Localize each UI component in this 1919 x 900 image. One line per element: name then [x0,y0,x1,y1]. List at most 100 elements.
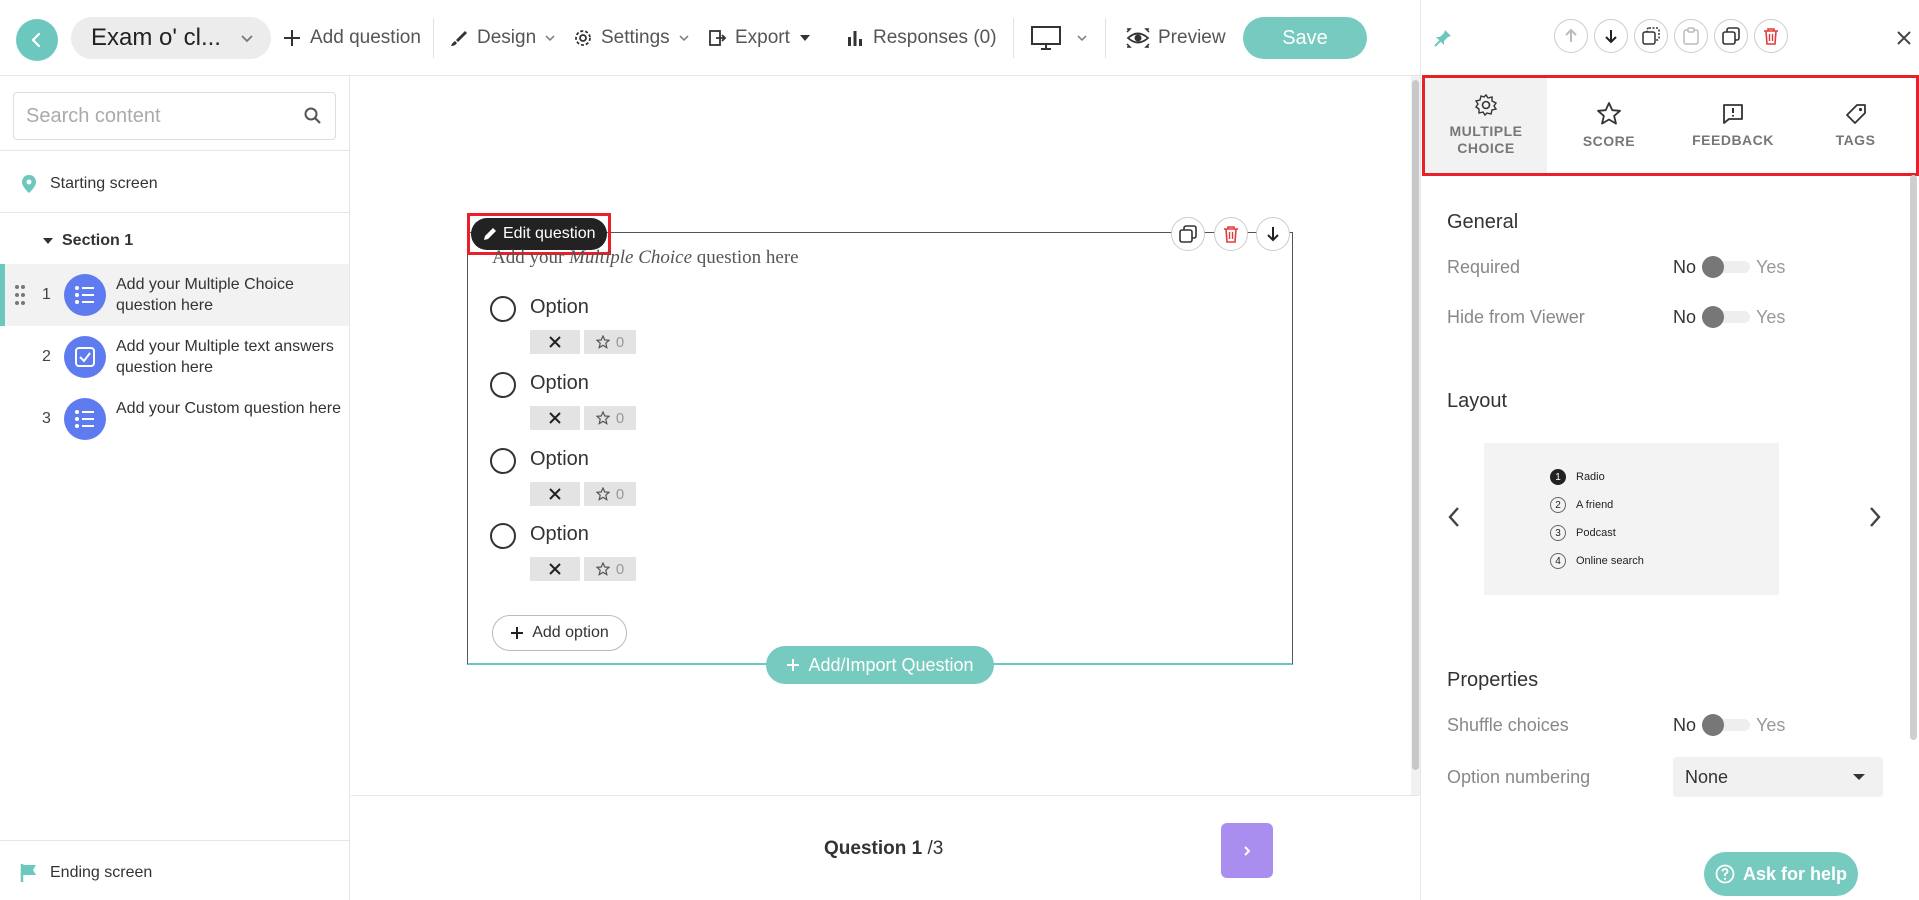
question-text: Add your Custom question here [116,400,342,417]
settings-menu[interactable]: Settings [573,18,690,58]
pin-icon[interactable] [1433,28,1453,48]
bar-chart-icon [848,31,862,46]
section-1-header[interactable]: Section 1 [0,228,349,254]
question-text: Add your Multiple Choice question here [116,276,294,314]
top-toolbar: Exam o' cl... Add question Design Settin… [0,0,1420,76]
option-label[interactable]: Option [530,448,589,471]
tab-multiple-choice[interactable]: MULTIPLE CHOICE [1425,77,1547,173]
remove-option-button[interactable] [530,406,580,430]
option-radio[interactable] [490,372,516,398]
question-counter: Question 1 /3 [824,838,944,859]
add-option-button[interactable]: Add option [492,615,627,651]
shuffle-choices-label: Shuffle choices [1447,715,1569,735]
add-question-button[interactable]: Add question [282,18,421,58]
option-radio[interactable] [490,296,516,322]
option-radio[interactable] [490,448,516,474]
divider [0,840,349,841]
option-numbering-select[interactable]: None [1673,757,1883,797]
option-radio[interactable] [490,523,516,549]
search-box [13,92,336,140]
paste-button[interactable] [1674,19,1708,53]
canvas-scrollbar[interactable] [1412,80,1419,770]
duplicate-icon [1179,225,1197,243]
option-label[interactable]: Option [530,523,589,546]
sidebar-question-1[interactable]: 1 Add your Multiple Choice question here [0,264,349,326]
ending-screen-item[interactable]: Ending screen [0,860,349,886]
ask-for-help-button[interactable]: Ask for help [1704,852,1858,896]
hide-from-viewer-label: Hide from Viewer [1447,307,1585,327]
duplicate-question-button[interactable] [1171,217,1205,251]
question-number: 2 [42,348,51,365]
sidebar-question-3[interactable]: 3 Add your Custom question here [0,388,349,450]
search-input[interactable] [14,93,284,139]
toggle-switch [1702,306,1751,328]
responses-button[interactable]: Responses (0) [845,18,997,58]
copy-button[interactable] [1634,19,1668,53]
help-circle-icon [1715,864,1735,884]
design-menu[interactable]: Design [449,18,556,58]
properties-heading: Properties [1447,669,1539,691]
close-icon [549,412,561,424]
pencil-icon [484,228,496,240]
save-button[interactable]: Save [1243,17,1367,59]
star-icon [1597,102,1621,125]
layout-preview-row: 3 Podcast [1550,525,1616,541]
question-card[interactable] [467,232,1293,665]
required-toggle[interactable]: No Yes [1673,256,1785,278]
gear-icon [1474,93,1498,117]
layout-preview[interactable]: 1 Radio 2A friend 3 Podcast 4 Online search [1484,443,1779,595]
tab-score[interactable]: SCORE [1547,77,1671,173]
device-view-dropdown[interactable] [1030,18,1088,58]
arrow-up-icon [1565,28,1577,42]
question-title[interactable]: Add your Multiple Choice question here [492,247,799,269]
remove-option-button[interactable] [530,557,580,581]
panel-scrollbar[interactable] [1910,175,1917,740]
option-numbering-label: Option numbering [1447,767,1591,787]
delete-question-button[interactable] [1214,217,1248,251]
star-icon [595,411,610,425]
drag-handle-icon[interactable] [14,284,26,306]
option-score-button[interactable]: 0 [584,482,636,506]
hide-from-viewer-toggle[interactable]: No Yes [1673,306,1785,328]
tab-feedback[interactable]: FEEDBACK [1671,77,1795,173]
option-score-button[interactable]: 0 [584,406,636,430]
edit-question-button[interactable]: Edit question [471,218,607,250]
move-up-button[interactable] [1554,19,1588,53]
content-sidebar: Starting screen Section 1 1 Add your Mul… [0,76,350,900]
toolbar-divider [433,18,434,58]
close-icon[interactable] [1896,30,1912,46]
move-down-button[interactable] [1594,19,1628,53]
search-icon[interactable] [303,106,323,126]
remove-option-button[interactable] [530,482,580,506]
option-label[interactable]: Option [530,296,589,319]
preview-button[interactable]: Preview [1126,18,1226,58]
export-icon [709,30,727,46]
export-menu[interactable]: Export [707,18,812,58]
form-title-dropdown[interactable]: Exam o' cl... [71,17,271,59]
duplicate-button[interactable] [1714,19,1748,53]
form-title: Exam o' cl... [91,24,221,51]
option-label[interactable]: Option [530,372,589,395]
arrow-down-icon [1267,227,1279,242]
back-button[interactable] [16,19,58,61]
shuffle-choices-toggle[interactable]: No Yes [1673,714,1785,736]
next-question-button[interactable] [1221,823,1273,878]
toggle-switch [1702,714,1751,736]
move-down-button[interactable] [1256,217,1290,251]
remove-option-button[interactable] [530,330,580,354]
trash-icon [1224,226,1238,243]
list-icon [64,274,106,316]
layout-heading: Layout [1447,390,1508,412]
chevron-left-icon [31,32,41,48]
option-score-button[interactable]: 0 [584,330,636,354]
question-number: 1 [42,286,51,303]
chevron-right-icon[interactable] [1868,505,1882,529]
required-label: Required [1447,257,1521,277]
option-score-button[interactable]: 0 [584,557,636,581]
starting-screen-item[interactable]: Starting screen [0,170,349,198]
chevron-left-icon[interactable] [1447,505,1461,529]
tab-tags[interactable]: TAGS [1795,77,1916,173]
sidebar-question-2[interactable]: 2 Add your Multiple text answers questio… [0,326,349,388]
add-import-question-button[interactable]: Add/Import Question [766,646,994,684]
delete-button[interactable] [1754,19,1788,53]
